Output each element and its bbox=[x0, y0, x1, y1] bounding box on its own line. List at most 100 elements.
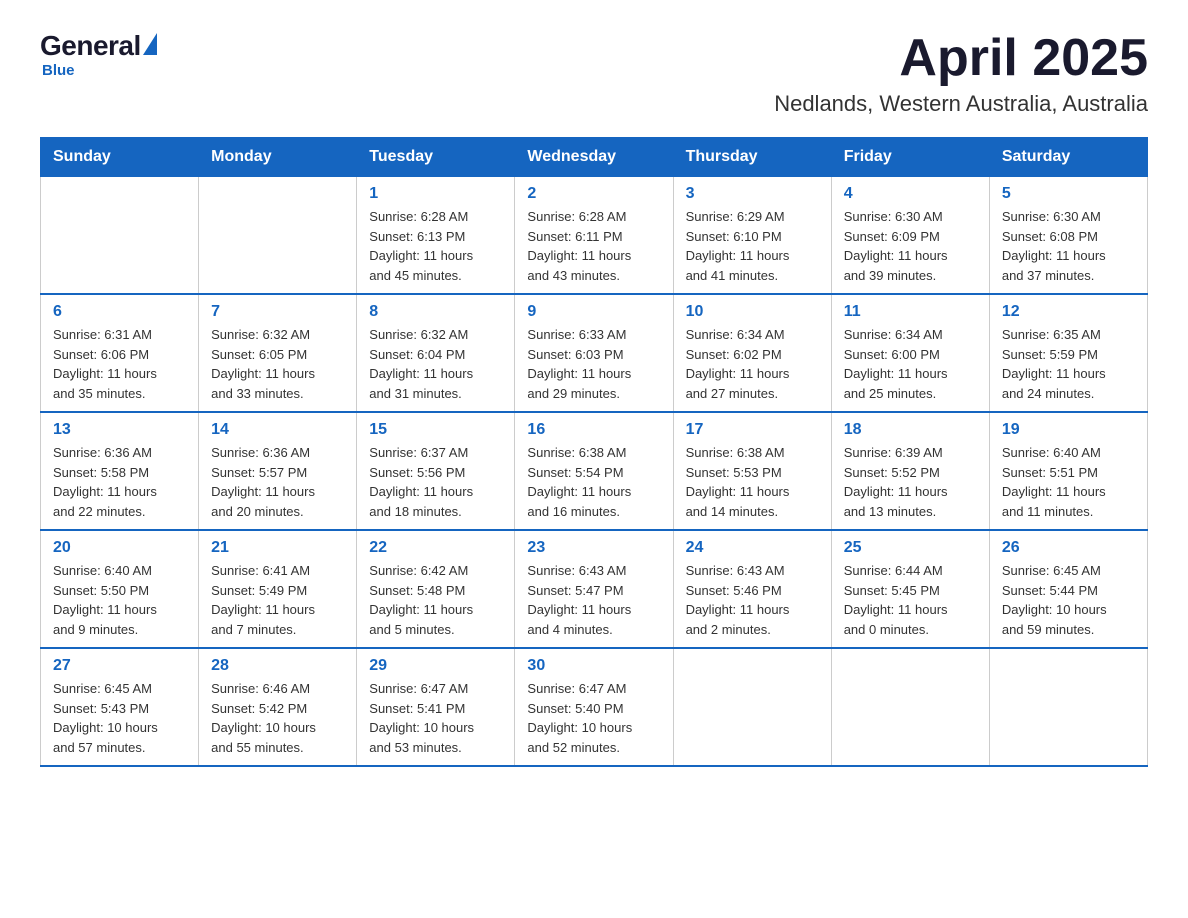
calendar-cell: 1 Sunrise: 6:28 AM Sunset: 6:13 PM Daylig… bbox=[357, 177, 515, 295]
weekday-header-sunday: Sunday bbox=[41, 138, 199, 177]
day-number: 7 bbox=[211, 303, 344, 321]
day-info: Sunrise: 6:40 AM Sunset: 5:50 PM Dayligh… bbox=[53, 561, 186, 639]
calendar-cell: 20 Sunrise: 6:40 AM Sunset: 5:50 PM Dayli… bbox=[41, 530, 199, 648]
page-title: April 2025 bbox=[774, 30, 1148, 87]
day-number: 24 bbox=[686, 539, 819, 557]
logo-general-text: General bbox=[40, 30, 141, 62]
day-number: 10 bbox=[686, 303, 819, 321]
calendar-cell: 27 Sunrise: 6:45 AM Sunset: 5:43 PM Dayli… bbox=[41, 648, 199, 766]
day-number: 22 bbox=[369, 539, 502, 557]
logo-blue-text: Blue bbox=[42, 62, 75, 79]
logo-triangle-icon bbox=[143, 33, 157, 55]
day-number: 23 bbox=[527, 539, 660, 557]
day-number: 12 bbox=[1002, 303, 1135, 321]
calendar-cell: 9 Sunrise: 6:33 AM Sunset: 6:03 PM Daylig… bbox=[515, 294, 673, 412]
calendar-cell: 4 Sunrise: 6:30 AM Sunset: 6:09 PM Daylig… bbox=[831, 177, 989, 295]
weekday-header-thursday: Thursday bbox=[673, 138, 831, 177]
day-number: 30 bbox=[527, 657, 660, 675]
calendar-cell bbox=[989, 648, 1147, 766]
day-info: Sunrise: 6:34 AM Sunset: 6:00 PM Dayligh… bbox=[844, 325, 977, 403]
day-info: Sunrise: 6:45 AM Sunset: 5:43 PM Dayligh… bbox=[53, 679, 186, 757]
day-number: 28 bbox=[211, 657, 344, 675]
day-info: Sunrise: 6:30 AM Sunset: 6:08 PM Dayligh… bbox=[1002, 207, 1135, 285]
title-block: April 2025 Nedlands, Western Australia, … bbox=[774, 30, 1148, 117]
day-info: Sunrise: 6:30 AM Sunset: 6:09 PM Dayligh… bbox=[844, 207, 977, 285]
page-subtitle: Nedlands, Western Australia, Australia bbox=[774, 91, 1148, 117]
day-number: 19 bbox=[1002, 421, 1135, 439]
day-info: Sunrise: 6:42 AM Sunset: 5:48 PM Dayligh… bbox=[369, 561, 502, 639]
calendar-cell: 26 Sunrise: 6:45 AM Sunset: 5:44 PM Dayli… bbox=[989, 530, 1147, 648]
day-number: 5 bbox=[1002, 185, 1135, 203]
day-number: 18 bbox=[844, 421, 977, 439]
day-number: 20 bbox=[53, 539, 186, 557]
day-info: Sunrise: 6:28 AM Sunset: 6:13 PM Dayligh… bbox=[369, 207, 502, 285]
day-info: Sunrise: 6:38 AM Sunset: 5:54 PM Dayligh… bbox=[527, 443, 660, 521]
day-info: Sunrise: 6:47 AM Sunset: 5:41 PM Dayligh… bbox=[369, 679, 502, 757]
day-number: 25 bbox=[844, 539, 977, 557]
calendar-week-row: 13 Sunrise: 6:36 AM Sunset: 5:58 PM Dayli… bbox=[41, 412, 1148, 530]
day-number: 2 bbox=[527, 185, 660, 203]
day-info: Sunrise: 6:36 AM Sunset: 5:58 PM Dayligh… bbox=[53, 443, 186, 521]
calendar-cell: 8 Sunrise: 6:32 AM Sunset: 6:04 PM Daylig… bbox=[357, 294, 515, 412]
day-number: 8 bbox=[369, 303, 502, 321]
day-info: Sunrise: 6:31 AM Sunset: 6:06 PM Dayligh… bbox=[53, 325, 186, 403]
calendar-cell: 18 Sunrise: 6:39 AM Sunset: 5:52 PM Dayli… bbox=[831, 412, 989, 530]
calendar-week-row: 6 Sunrise: 6:31 AM Sunset: 6:06 PM Daylig… bbox=[41, 294, 1148, 412]
day-info: Sunrise: 6:33 AM Sunset: 6:03 PM Dayligh… bbox=[527, 325, 660, 403]
calendar-cell: 12 Sunrise: 6:35 AM Sunset: 5:59 PM Dayli… bbox=[989, 294, 1147, 412]
calendar-cell: 10 Sunrise: 6:34 AM Sunset: 6:02 PM Dayli… bbox=[673, 294, 831, 412]
weekday-header-tuesday: Tuesday bbox=[357, 138, 515, 177]
calendar-cell: 14Sunrise: 6:36 AM Sunset: 5:57 PM Dayli… bbox=[199, 412, 357, 530]
calendar-cell bbox=[41, 177, 199, 295]
day-info: Sunrise: 6:34 AM Sunset: 6:02 PM Dayligh… bbox=[686, 325, 819, 403]
day-info: Sunrise: 6:40 AM Sunset: 5:51 PM Dayligh… bbox=[1002, 443, 1135, 521]
calendar-cell: 11 Sunrise: 6:34 AM Sunset: 6:00 PM Dayli… bbox=[831, 294, 989, 412]
weekday-header-friday: Friday bbox=[831, 138, 989, 177]
day-number: 11 bbox=[844, 303, 977, 321]
day-info: Sunrise: 6:45 AM Sunset: 5:44 PM Dayligh… bbox=[1002, 561, 1135, 639]
calendar-cell: 6 Sunrise: 6:31 AM Sunset: 6:06 PM Daylig… bbox=[41, 294, 199, 412]
day-number: 13 bbox=[53, 421, 186, 439]
calendar-cell: 25 Sunrise: 6:44 AM Sunset: 5:45 PM Dayli… bbox=[831, 530, 989, 648]
calendar-cell: 3Sunrise: 6:29 AM Sunset: 6:10 PM Daylig… bbox=[673, 177, 831, 295]
day-info: Sunrise: 6:32 AM Sunset: 6:05 PM Dayligh… bbox=[211, 325, 344, 403]
calendar-week-row: 20 Sunrise: 6:40 AM Sunset: 5:50 PM Dayli… bbox=[41, 530, 1148, 648]
day-info: Sunrise: 6:32 AM Sunset: 6:04 PM Dayligh… bbox=[369, 325, 502, 403]
day-number: 4 bbox=[844, 185, 977, 203]
day-number: 29 bbox=[369, 657, 502, 675]
day-info: Sunrise: 6:43 AM Sunset: 5:47 PM Dayligh… bbox=[527, 561, 660, 639]
day-info: Sunrise: 6:39 AM Sunset: 5:52 PM Dayligh… bbox=[844, 443, 977, 521]
day-info: Sunrise: 6:35 AM Sunset: 5:59 PM Dayligh… bbox=[1002, 325, 1135, 403]
calendar-cell: 21 Sunrise: 6:41 AM Sunset: 5:49 PM Dayli… bbox=[199, 530, 357, 648]
day-number: 16 bbox=[527, 421, 660, 439]
day-number: 6 bbox=[53, 303, 186, 321]
calendar-cell: 5 Sunrise: 6:30 AM Sunset: 6:08 PM Daylig… bbox=[989, 177, 1147, 295]
calendar-cell: 30 Sunrise: 6:47 AM Sunset: 5:40 PM Dayli… bbox=[515, 648, 673, 766]
day-number: 9 bbox=[527, 303, 660, 321]
day-number: 17 bbox=[686, 421, 819, 439]
calendar-table: SundayMondayTuesdayWednesdayThursdayFrid… bbox=[40, 137, 1148, 767]
day-info: Sunrise: 6:41 AM Sunset: 5:49 PM Dayligh… bbox=[211, 561, 344, 639]
day-number: 3 bbox=[686, 185, 819, 203]
weekday-header-wednesday: Wednesday bbox=[515, 138, 673, 177]
day-number: 27 bbox=[53, 657, 186, 675]
day-info: Sunrise: 6:44 AM Sunset: 5:45 PM Dayligh… bbox=[844, 561, 977, 639]
calendar-week-row: 1 Sunrise: 6:28 AM Sunset: 6:13 PM Daylig… bbox=[41, 177, 1148, 295]
weekday-header-saturday: Saturday bbox=[989, 138, 1147, 177]
calendar-cell: 19 Sunrise: 6:40 AM Sunset: 5:51 PM Dayli… bbox=[989, 412, 1147, 530]
day-number: 26 bbox=[1002, 539, 1135, 557]
day-number: 21 bbox=[211, 539, 344, 557]
calendar-cell: 13 Sunrise: 6:36 AM Sunset: 5:58 PM Dayli… bbox=[41, 412, 199, 530]
day-info: Sunrise: 6:46 AM Sunset: 5:42 PM Dayligh… bbox=[211, 679, 344, 757]
calendar-cell: 7 Sunrise: 6:32 AM Sunset: 6:05 PM Daylig… bbox=[199, 294, 357, 412]
calendar-cell: 24Sunrise: 6:43 AM Sunset: 5:46 PM Dayli… bbox=[673, 530, 831, 648]
calendar-cell: 16 Sunrise: 6:38 AM Sunset: 5:54 PM Dayli… bbox=[515, 412, 673, 530]
calendar-header-row: SundayMondayTuesdayWednesdayThursdayFrid… bbox=[41, 138, 1148, 177]
calendar-cell: 15Sunrise: 6:37 AM Sunset: 5:56 PM Dayli… bbox=[357, 412, 515, 530]
day-info: Sunrise: 6:47 AM Sunset: 5:40 PM Dayligh… bbox=[527, 679, 660, 757]
calendar-cell bbox=[831, 648, 989, 766]
day-number: 1 bbox=[369, 185, 502, 203]
day-info: Sunrise: 6:37 AM Sunset: 5:56 PM Dayligh… bbox=[369, 443, 502, 521]
calendar-cell bbox=[199, 177, 357, 295]
calendar-week-row: 27 Sunrise: 6:45 AM Sunset: 5:43 PM Dayli… bbox=[41, 648, 1148, 766]
